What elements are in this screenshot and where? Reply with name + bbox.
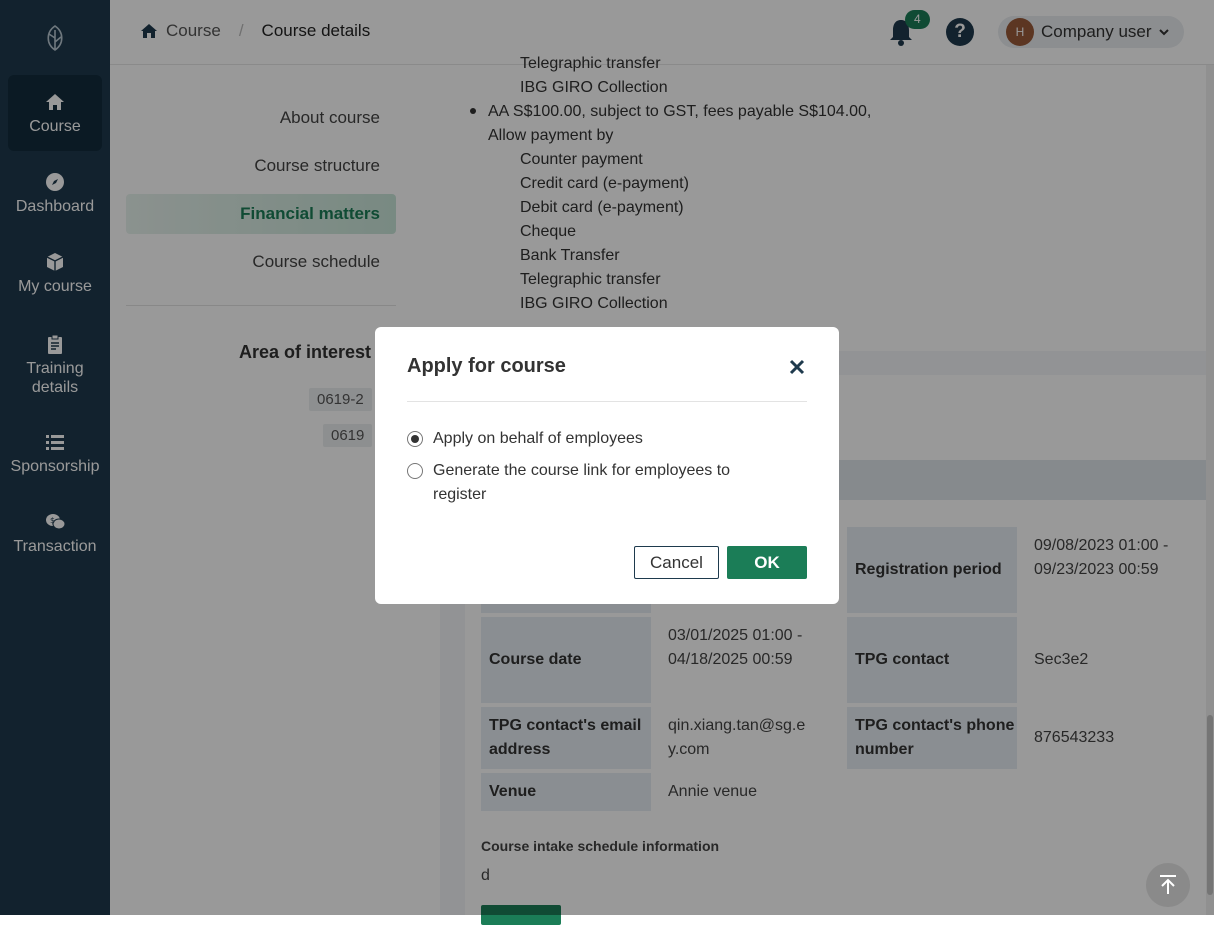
dialog-title: Apply for course (407, 355, 566, 377)
dialog-divider (407, 401, 807, 402)
option-label: Generate the course link for employees t… (433, 462, 731, 503)
radio-checked[interactable] (407, 431, 423, 447)
ok-button[interactable]: OK (727, 546, 807, 579)
close-icon[interactable] (788, 358, 806, 376)
arrow-up-icon (1160, 875, 1176, 894)
back-to-top-button[interactable] (1146, 863, 1190, 907)
option-label: Apply on behalf of employees (433, 430, 643, 447)
cancel-button[interactable]: Cancel (634, 546, 719, 579)
option-generate-link[interactable]: Generate the course link for employees t… (407, 461, 757, 507)
option-apply-on-behalf[interactable]: Apply on behalf of employees (407, 429, 643, 451)
apply-course-dialog: Apply for course Apply on behalf of empl… (375, 327, 839, 604)
radio-unchecked[interactable] (407, 463, 423, 479)
